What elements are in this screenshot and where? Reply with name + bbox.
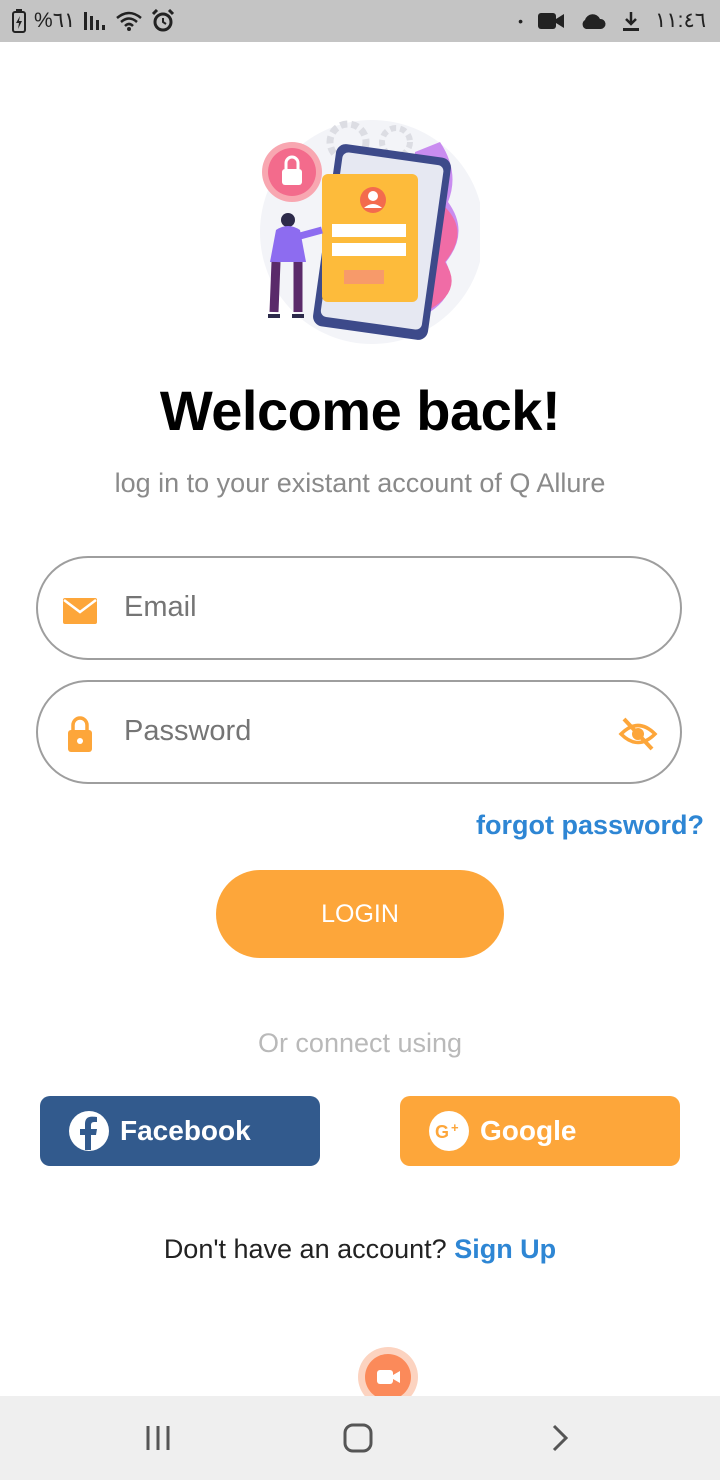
dot-icon: • bbox=[518, 12, 524, 29]
video-icon bbox=[538, 12, 565, 29]
wifi-icon bbox=[116, 11, 143, 31]
login-illustration bbox=[260, 120, 480, 344]
clock: ١١:٤٦ bbox=[655, 9, 706, 32]
google-plus-icon: G + bbox=[429, 1111, 469, 1151]
password-input[interactable] bbox=[122, 714, 606, 749]
email-input[interactable] bbox=[122, 590, 606, 625]
google-label: Google bbox=[480, 1115, 577, 1146]
system-nav-bar bbox=[0, 1396, 720, 1480]
page-subtitle: log in to your existant account of Q All… bbox=[114, 468, 606, 498]
back-icon[interactable] bbox=[540, 1418, 580, 1458]
battery-percent: %٦١ bbox=[34, 9, 76, 32]
home-icon[interactable] bbox=[338, 1418, 378, 1458]
forgot-password-link[interactable]: forgot password? bbox=[476, 810, 704, 841]
signup-prompt-line: Don't have an account? Sign Up bbox=[0, 1234, 720, 1265]
status-bar-right: • ١١:٤٦ bbox=[518, 8, 706, 33]
status-bar-left: %٦١ bbox=[12, 8, 175, 33]
alarm-icon bbox=[152, 8, 175, 31]
lock-icon bbox=[68, 716, 92, 752]
svg-text:G: G bbox=[435, 1122, 449, 1142]
google-button[interactable]: G + Google bbox=[400, 1096, 680, 1166]
connect-label: Or connect using bbox=[257, 1028, 463, 1058]
cloud-icon bbox=[582, 13, 606, 29]
download-icon bbox=[623, 11, 640, 31]
page-title: Welcome back! bbox=[159, 379, 561, 442]
facebook-button[interactable]: Facebook bbox=[40, 1096, 320, 1166]
facebook-icon bbox=[69, 1111, 109, 1151]
recent-apps-icon[interactable] bbox=[138, 1418, 178, 1458]
signal-icon bbox=[84, 11, 106, 30]
eye-off-icon[interactable] bbox=[618, 714, 658, 754]
email-field[interactable] bbox=[36, 556, 682, 660]
password-field[interactable] bbox=[36, 680, 682, 784]
envelope-icon bbox=[63, 598, 97, 624]
signup-prompt: Don't have an account? bbox=[163, 1234, 447, 1264]
battery-icon bbox=[12, 8, 26, 33]
facebook-label: Facebook bbox=[120, 1115, 251, 1146]
status-bar: %٦١ • ١١:٤٦ bbox=[0, 0, 720, 42]
svg-text:+: + bbox=[451, 1120, 459, 1135]
signup-link[interactable]: Sign Up bbox=[454, 1234, 556, 1264]
login-button[interactable]: LOGIN bbox=[216, 870, 504, 958]
